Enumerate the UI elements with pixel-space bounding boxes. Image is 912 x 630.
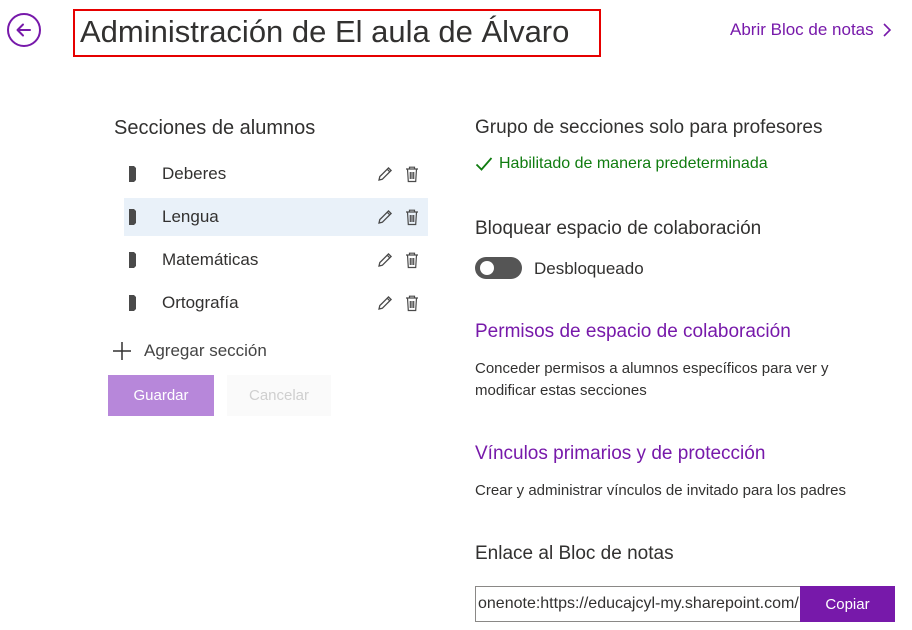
notebook-link-heading: Enlace al Bloc de notas	[475, 543, 674, 564]
page-title: Administración de El aula de Álvaro	[80, 14, 570, 49]
pencil-icon[interactable]	[375, 207, 395, 227]
add-section-label: Agregar sección	[144, 341, 267, 360]
section-tab-icon	[128, 294, 148, 312]
notebook-link-field[interactable]	[475, 586, 801, 622]
teacher-group-heading: Grupo de secciones solo para profesores	[475, 117, 823, 138]
trash-icon[interactable]	[402, 164, 422, 184]
open-notebook-link[interactable]: Abrir Bloc de notas	[730, 19, 892, 41]
section-item-matematicas[interactable]: Matemáticas	[124, 241, 428, 279]
checkmark-icon	[475, 157, 493, 171]
permissions-description: Conceder permisos a alumnos específicos …	[475, 360, 829, 399]
teacher-group-status: Habilitado de manera predeterminada	[475, 153, 768, 175]
permissions-link[interactable]: Permisos de espacio de colaboración	[475, 320, 791, 344]
plus-icon	[113, 342, 131, 360]
back-button[interactable]	[7, 13, 41, 47]
links-description: Crear y administrar vínculos de invitado…	[475, 482, 847, 499]
arrow-left-icon	[16, 23, 31, 37]
toggle-knob	[480, 261, 494, 275]
section-label: Ortografía	[162, 293, 239, 312]
trash-icon[interactable]	[402, 250, 422, 270]
copy-button[interactable]: Copiar	[800, 586, 895, 622]
section-tab-icon	[128, 165, 148, 183]
lock-space-heading: Bloquear espacio de colaboración	[475, 218, 762, 239]
chevron-right-icon	[883, 23, 891, 37]
cancel-button[interactable]: Cancelar	[227, 375, 331, 416]
section-item-ortografia[interactable]: Ortografía	[124, 284, 428, 322]
save-button[interactable]: Guardar	[108, 375, 214, 416]
pencil-icon[interactable]	[375, 250, 395, 270]
section-label: Deberes	[162, 164, 227, 183]
section-item-deberes[interactable]: Deberes	[124, 155, 428, 193]
add-section-button[interactable]: Agregar sección	[112, 340, 267, 362]
teacher-group-status-text: Habilitado de manera predeterminada	[499, 155, 768, 172]
trash-icon[interactable]	[402, 207, 422, 227]
lock-toggle[interactable]	[475, 257, 522, 279]
lock-state-label: Desbloqueado	[534, 259, 644, 278]
section-tab-icon	[128, 208, 148, 226]
section-label: Lengua	[162, 207, 219, 226]
pencil-icon[interactable]	[375, 293, 395, 313]
sections-heading: Secciones de alumnos	[114, 117, 316, 139]
section-label: Matemáticas	[162, 250, 259, 269]
section-tab-icon	[128, 251, 148, 269]
section-item-lengua[interactable]: Lengua	[124, 198, 428, 236]
links-link[interactable]: Vínculos primarios y de protección	[475, 442, 765, 466]
trash-icon[interactable]	[402, 293, 422, 313]
pencil-icon[interactable]	[375, 164, 395, 184]
open-notebook-label: Abrir Bloc de notas	[730, 20, 874, 39]
